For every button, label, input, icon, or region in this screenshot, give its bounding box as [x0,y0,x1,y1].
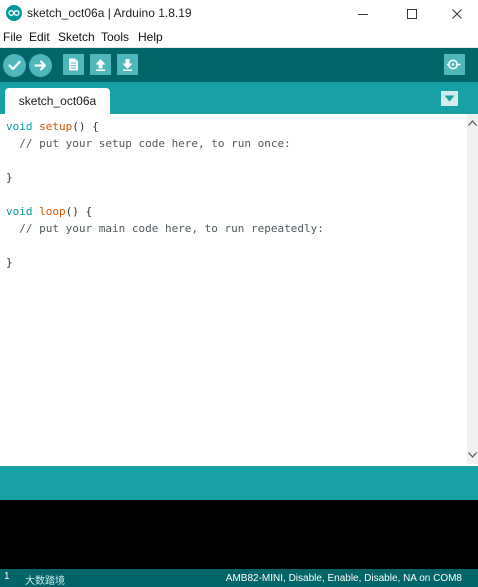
close-button[interactable] [434,0,478,27]
code-line: // put your main code here, to run repea… [6,222,324,235]
tab-bar: sketch_oct06a [0,82,478,114]
verify-icon [8,60,21,71]
save-icon [122,59,133,71]
keyword: void [6,120,33,133]
scroll-down-icon[interactable] [468,450,477,459]
code-line: void loop() { [6,205,93,218]
scroll-up-icon[interactable] [468,118,477,127]
open-icon [95,59,106,71]
menu-help[interactable]: Help [138,30,163,44]
ime-indicator: 大数踏境 [25,576,65,587]
line-number: 1 [4,571,10,582]
board-info: AMB82-MINI, Disable, Enable, Disable, NA… [225,573,462,584]
maximize-button[interactable] [389,0,435,27]
function-name: loop [39,205,66,218]
code-line: // put your setup code here, to run once… [6,137,291,150]
open-button[interactable] [90,54,111,75]
save-button[interactable] [117,54,138,75]
menu-bar: File Edit Sketch Tools Help [0,27,478,48]
verify-button[interactable] [3,54,26,77]
close-icon [452,8,462,19]
bottom-status-bar: 1 大数踏境 AMB82-MINI, Disable, Enable, Disa… [0,569,478,587]
code-line: } [6,256,13,269]
chevron-down-icon [444,95,455,102]
title-bar: sketch_oct06a | Arduino 1.8.19 [0,0,478,27]
new-button[interactable] [63,54,84,75]
minimize-button[interactable] [340,0,386,27]
keyword: void [6,205,33,218]
code-editor[interactable]: void setup() { // put your setup code he… [0,114,478,464]
code-area[interactable]: void setup() { // put your setup code he… [6,118,324,271]
serial-monitor-icon [447,59,461,70]
tab-label: sketch_oct06a [18,94,97,108]
console-output[interactable] [0,500,478,569]
maximize-icon [407,8,417,19]
new-icon [69,58,78,71]
upload-icon [34,60,47,71]
serial-monitor-button[interactable] [444,54,465,75]
tab-menu-button[interactable] [441,91,458,106]
status-bar [0,466,478,500]
vertical-scrollbar[interactable] [467,114,478,464]
tab-sketch[interactable]: sketch_oct06a [5,88,110,114]
minimize-icon [358,13,368,15]
arduino-logo-icon [6,5,22,21]
menu-edit[interactable]: Edit [29,30,50,44]
menu-tools[interactable]: Tools [101,30,129,44]
menu-file[interactable]: File [3,30,22,44]
function-name: setup [39,120,73,133]
code-line: } [6,171,13,184]
menu-sketch[interactable]: Sketch [58,30,95,44]
upload-button[interactable] [29,54,52,77]
code-line: void setup() { [6,120,99,133]
window-title: sketch_oct06a | Arduino 1.8.19 [27,6,192,20]
toolbar [0,48,478,82]
